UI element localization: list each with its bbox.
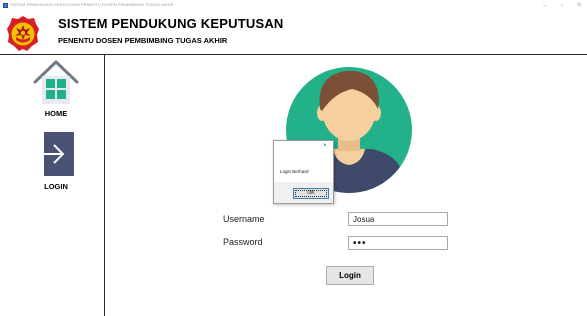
dialog-close-icon[interactable]: × <box>323 143 327 149</box>
home-icon <box>33 60 79 110</box>
university-emblem-icon <box>6 15 40 52</box>
sidebar-item-login-label: LOGIN <box>44 182 68 191</box>
focus-rectangle <box>295 190 327 197</box>
dialog-message: Login Berhasil <box>280 169 309 174</box>
password-label: Password <box>223 237 263 247</box>
password-field[interactable] <box>348 236 448 250</box>
username-label: Username <box>223 214 265 224</box>
window-title: SISTEM PENDUKUNG KEPUTUSAN PENENTU DOSEN… <box>10 2 174 7</box>
app-subtitle: PENENTU DOSEN PEMBIMBING TUGAS AKHIR <box>58 36 228 45</box>
maximize-button[interactable]: ▫ <box>556 1 568 10</box>
window-title-bar: SISTEM PENDUKUNG KEPUTUSAN PENENTU DOSEN… <box>0 0 587 11</box>
sidebar-item-home-label: HOME <box>44 109 68 118</box>
sidebar-item-home[interactable]: HOME <box>26 60 86 122</box>
dialog-ok-button[interactable]: OK <box>293 188 329 199</box>
login-button[interactable]: Login <box>326 266 374 285</box>
header-divider <box>0 54 587 55</box>
sidebar-item-login[interactable]: LOGIN <box>26 132 86 194</box>
login-arrow-icon <box>36 132 76 183</box>
close-button[interactable]: ✕ <box>573 1 585 10</box>
app-title: SISTEM PENDUKUNG KEPUTUSAN <box>58 16 284 31</box>
username-field[interactable] <box>348 212 448 226</box>
minimize-button[interactable]: – <box>539 1 551 10</box>
sidebar-divider <box>104 55 105 316</box>
app-icon <box>3 3 8 8</box>
message-dialog: × Login Berhasil OK <box>273 140 334 204</box>
